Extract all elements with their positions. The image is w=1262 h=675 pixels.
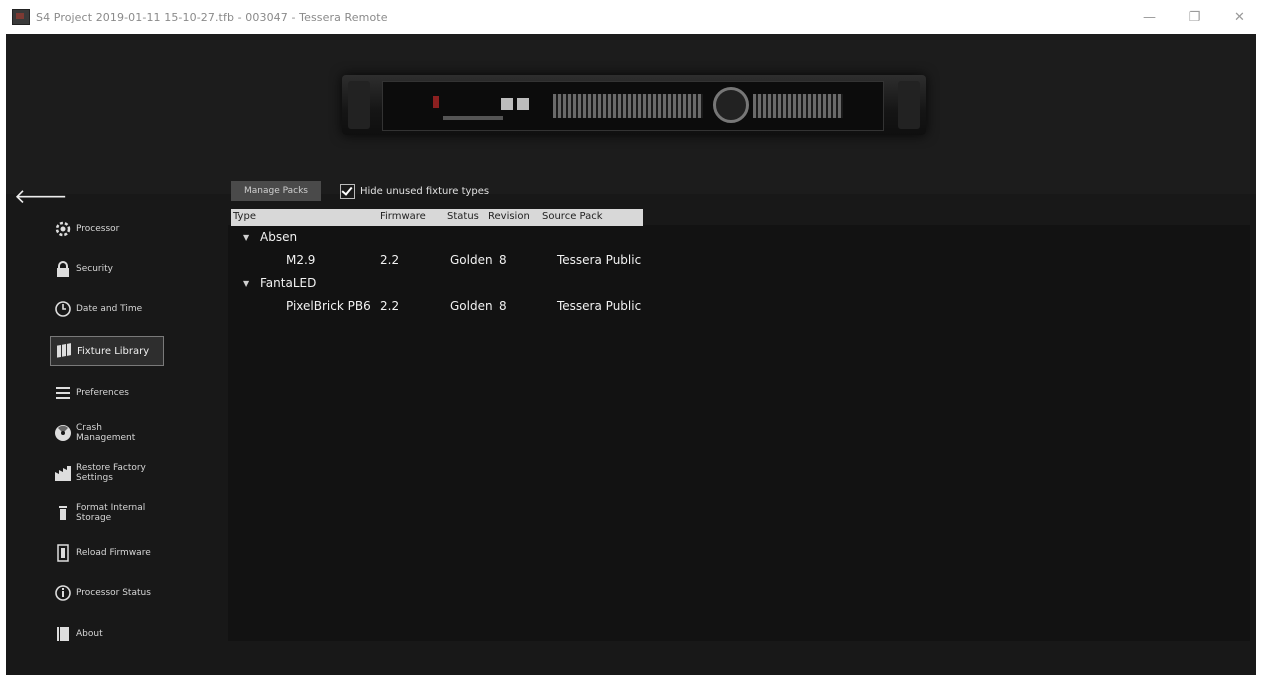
list-icon xyxy=(54,384,72,402)
column-header-source-pack[interactable]: Source Pack xyxy=(542,211,603,222)
cell-revision: 8 xyxy=(499,299,507,313)
cell-revision: 8 xyxy=(499,253,507,267)
sidebar-item-label: Crash Management xyxy=(76,423,136,443)
back-arrow-icon[interactable]: 🡐 xyxy=(14,184,68,208)
table-header: Type Firmware Status Revision Source Pac… xyxy=(231,209,643,226)
sidebar-item-label: Processor Status xyxy=(76,588,151,598)
factory-icon xyxy=(54,464,72,482)
table-row[interactable]: M2.9 2.2 Golden 8 Tessera Public xyxy=(231,250,831,272)
sidebar-item-date-and-time[interactable]: Date and Time xyxy=(50,294,164,324)
sidebar-item-processor[interactable]: Processor xyxy=(50,214,164,244)
cell-source-pack: Tessera Public xyxy=(557,253,642,267)
tree-group-fantaled[interactable]: ▼ FantaLED xyxy=(231,273,831,295)
cell-firmware: 2.2 xyxy=(380,299,400,313)
tree-group-absen[interactable]: ▼ Absen xyxy=(231,227,831,249)
hide-unused-checkbox[interactable] xyxy=(340,183,355,199)
cell-type: M2.9 xyxy=(286,253,316,267)
cell-source-pack: Tessera Public xyxy=(557,299,642,313)
sidebar-item-restore-factory-settings[interactable]: Restore Factory Settings xyxy=(50,458,164,488)
sidebar-item-preferences[interactable]: Preferences xyxy=(50,378,164,408)
processor-device-image xyxy=(342,75,926,135)
sidebar-item-label: Fixture Library xyxy=(77,345,150,357)
sidebar-item-about[interactable]: About xyxy=(50,619,164,649)
expand-caret-icon[interactable]: ▼ xyxy=(243,279,249,288)
sidebar-item-fixture-library[interactable]: Fixture Library xyxy=(50,336,164,366)
column-header-revision[interactable]: Revision xyxy=(488,211,530,222)
radiation-icon xyxy=(54,424,72,442)
lock-icon xyxy=(54,260,72,278)
cell-firmware: 2.2 xyxy=(380,253,400,267)
sidebar-item-crash-management[interactable]: Crash Management xyxy=(50,418,164,448)
gear-icon xyxy=(54,220,72,238)
clock-icon xyxy=(54,300,72,318)
sidebar-item-label: Reload Firmware xyxy=(76,548,151,558)
minimize-button[interactable]: — xyxy=(1127,0,1172,34)
sidebar-item-label: Security xyxy=(76,264,113,274)
column-header-type[interactable]: Type xyxy=(233,211,256,222)
column-header-status[interactable]: Status xyxy=(447,211,479,222)
group-name: FantaLED xyxy=(260,276,317,290)
sidebar-item-processor-status[interactable]: Processor Status xyxy=(50,578,164,608)
sidebar-item-label: Date and Time xyxy=(76,304,143,314)
trash-icon xyxy=(54,504,72,522)
firmware-icon xyxy=(54,544,72,562)
cell-type: PixelBrick PB6 xyxy=(286,299,371,313)
sidebar-item-label: Processor xyxy=(76,224,120,234)
table-row[interactable]: PixelBrick PB6 2.2 Golden 8 Tessera Publ… xyxy=(231,296,831,318)
book-icon xyxy=(54,625,72,643)
close-button[interactable]: ✕ xyxy=(1217,0,1262,34)
device-header xyxy=(6,34,1256,194)
info-icon xyxy=(54,584,72,602)
hide-unused-label: Hide unused fixture types xyxy=(360,185,490,197)
maximize-button[interactable]: ❐ xyxy=(1172,0,1217,34)
group-name: Absen xyxy=(260,230,298,244)
sidebar-item-format-internal-storage[interactable]: Format Internal Storage xyxy=(50,498,164,528)
sidebar-item-label: Restore Factory Settings xyxy=(76,463,146,483)
hide-unused-toggle[interactable]: Hide unused fixture types xyxy=(340,181,489,201)
column-header-firmware[interactable]: Firmware xyxy=(380,211,426,222)
manage-packs-button[interactable]: Manage Packs xyxy=(231,181,321,201)
sidebar-item-label: About xyxy=(76,629,103,639)
cell-status: Golden xyxy=(450,253,493,267)
library-icon xyxy=(55,342,73,360)
sidebar-item-label: Format Internal Storage xyxy=(76,503,146,523)
app-icon xyxy=(12,9,30,25)
window-title: S4 Project 2019-01-11 15-10-27.tfb - 003… xyxy=(36,10,388,24)
expand-caret-icon[interactable]: ▼ xyxy=(243,233,249,242)
sidebar-item-label: Preferences xyxy=(76,388,129,398)
title-bar: S4 Project 2019-01-11 15-10-27.tfb - 003… xyxy=(0,0,1262,34)
sidebar-item-security[interactable]: Security xyxy=(50,254,164,284)
cell-status: Golden xyxy=(450,299,493,313)
sidebar-item-reload-firmware[interactable]: Reload Firmware xyxy=(50,538,164,568)
